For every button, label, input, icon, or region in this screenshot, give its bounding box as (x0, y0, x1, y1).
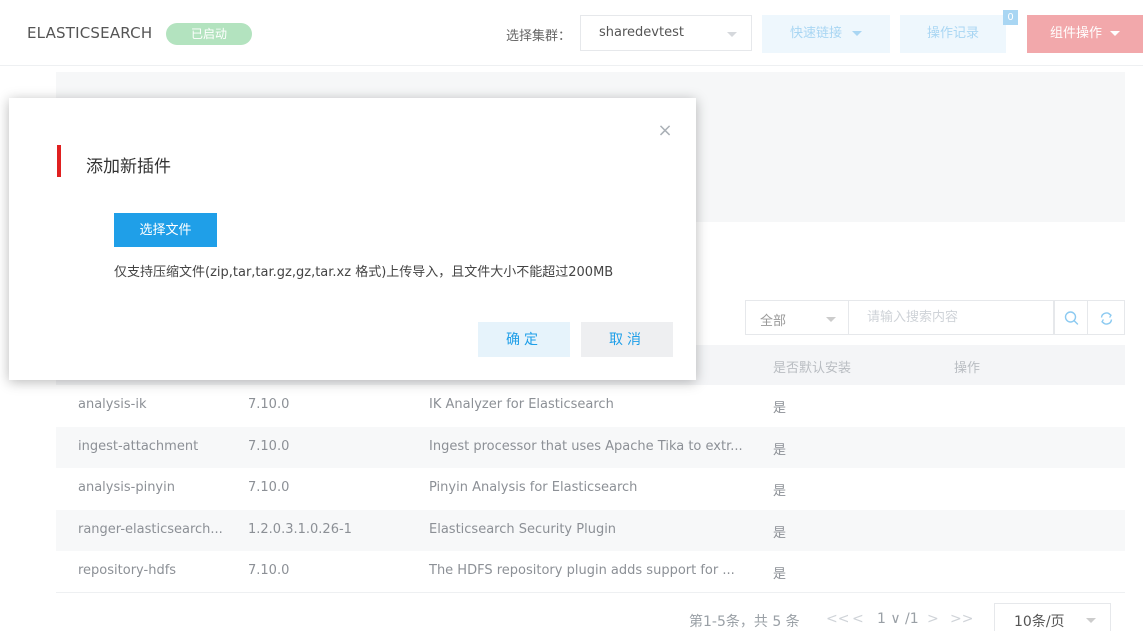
quick-link-button[interactable]: 快速链接 (762, 15, 890, 53)
chevron-down-icon (852, 31, 862, 36)
close-icon[interactable]: × (654, 120, 676, 142)
table-row: analysis-ik 7.10.0 IK Analyzer for Elast… (56, 385, 1125, 427)
cell-description: Pinyin Analysis for Elasticsearch (429, 480, 638, 495)
cell-version: 1.2.0.3.1.0.26-1 (248, 521, 352, 537)
search-icon (1064, 311, 1079, 325)
cluster-select-value: sharedevtest (599, 25, 684, 40)
cell-default-install: 是 (773, 401, 787, 416)
search-input[interactable] (849, 300, 1054, 335)
cancel-button[interactable]: 取消 (581, 322, 673, 357)
cell-name: analysis-pinyin (78, 480, 175, 495)
cell-description: Elasticsearch Security Plugin (429, 521, 617, 537)
component-op-button[interactable]: 组件操作 (1027, 15, 1143, 53)
cluster-select[interactable]: sharedevtest (580, 15, 752, 51)
upload-hint: 仅支持压缩文件(zip,tar,tar.gz,gz,tar.xz 格式)上传导入… (114, 265, 614, 280)
table-row: ranger-elasticsearch... 1.2.0.3.1.0.26-1… (56, 509, 1125, 551)
first-page-button[interactable]: << (826, 611, 849, 627)
page-size-select[interactable]: 10条/页 (994, 603, 1111, 631)
cell-description: The HDFS repository plugin adds support … (429, 563, 735, 578)
cell-default-install: 是 (773, 442, 787, 458)
cell-version: 7.10.0 (248, 397, 290, 412)
cell-default-install: 是 (773, 484, 787, 499)
chevron-down-icon (826, 317, 836, 322)
table-row: ingest-attachment 7.10.0 Ingest processo… (56, 426, 1125, 468)
quick-link-label: 快速链接 (789, 26, 842, 41)
next-page-button[interactable]: > (927, 611, 939, 627)
scope-select-value: 全部 (760, 314, 787, 329)
scope-select[interactable]: 全部 (745, 300, 849, 335)
current-page-select[interactable]: 1 ∨ /1 (877, 611, 919, 627)
dialog-title: 添加新插件 (86, 157, 171, 177)
cell-version: 7.10.0 (248, 438, 290, 454)
chevron-down-icon (727, 32, 737, 37)
refresh-icon (1100, 312, 1113, 325)
pagination-info: 第1-5条，共 5 条 (689, 614, 800, 630)
op-log-label: 操作记录 (926, 26, 979, 41)
refresh-button[interactable] (1088, 300, 1125, 335)
choose-file-button[interactable]: 选择文件 (114, 213, 217, 247)
add-plugin-dialog: × 添加新插件 选择文件 仅支持压缩文件(zip,tar,tar.gz,gz,t… (9, 98, 696, 380)
op-log-count-badge: 0 (1003, 10, 1018, 25)
cell-description: Ingest processor that uses Apache Tika t… (429, 438, 743, 454)
confirm-button[interactable]: 确定 (478, 322, 570, 357)
table-row: analysis-pinyin 7.10.0 Pinyin Analysis f… (56, 468, 1125, 510)
chevron-down-icon (1086, 618, 1096, 623)
cell-description: IK Analyzer for Elasticsearch (429, 397, 614, 412)
top-header: ELASTICSEARCH 已启动 选择集群： sharedevtest 快速链… (0, 0, 1143, 66)
status-badge: 已启动 (166, 23, 252, 45)
cell-default-install: 是 (773, 567, 787, 582)
cell-version: 7.10.0 (248, 480, 290, 495)
cell-name: ranger-elasticsearch... (78, 521, 223, 537)
cell-default-install: 是 (773, 525, 787, 541)
plugin-table: 是否默认安装 操作 analysis-ik 7.10.0 IK Analyzer… (56, 345, 1125, 593)
title-accent-bar (57, 145, 61, 177)
component-op-label: 组件操作 (1049, 26, 1102, 41)
cell-name: repository-hdfs (78, 563, 177, 578)
app-title: ELASTICSEARCH (27, 24, 153, 42)
table-row: repository-hdfs 7.10.0 The HDFS reposito… (56, 551, 1125, 593)
page-size-value: 10条/页 (1014, 614, 1065, 630)
search-button[interactable] (1054, 300, 1088, 335)
table-divider (56, 592, 1125, 593)
header-default-install: 是否默认安装 (773, 361, 852, 376)
last-page-button[interactable]: >> (950, 611, 973, 627)
op-log-button[interactable]: 操作记录 (900, 15, 1006, 53)
cell-version: 7.10.0 (248, 563, 290, 578)
prev-page-button[interactable]: < (852, 611, 864, 627)
cell-name: ingest-attachment (78, 438, 199, 454)
header-actions: 操作 (954, 361, 981, 376)
chevron-down-icon (1110, 31, 1120, 36)
cluster-label: 选择集群： (506, 29, 572, 44)
cell-name: analysis-ik (78, 397, 147, 412)
